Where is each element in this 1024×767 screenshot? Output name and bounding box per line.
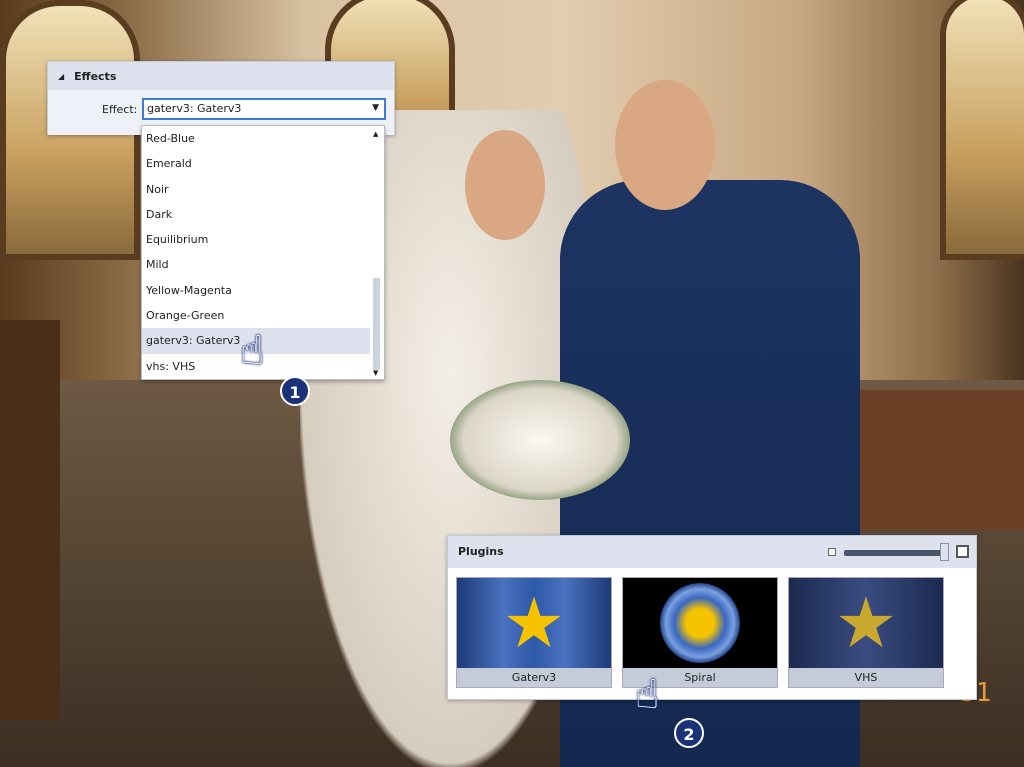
plugins-title: Plugins <box>458 545 504 558</box>
spiral-icon <box>623 578 777 668</box>
pointing-hand-icon: ☝ <box>240 328 265 374</box>
dropdown-option[interactable]: Yellow-Magenta <box>142 278 384 303</box>
plugin-tile-vhs[interactable]: ★ VHS <box>788 577 944 688</box>
pew <box>855 390 1024 530</box>
dropdown-option[interactable]: Emerald <box>142 151 384 176</box>
large-size-icon[interactable] <box>956 545 969 558</box>
plugin-name: VHS <box>854 671 878 684</box>
scroll-up-icon[interactable]: ▲ <box>373 130 378 138</box>
effect-select[interactable]: gaterv3: Gaterv3 ▼ <box>142 98 386 120</box>
plugin-tile-gaterv3[interactable]: ★ Gaterv3 <box>456 577 612 688</box>
effects-header[interactable]: ◢ Effects <box>48 62 394 90</box>
pointing-hand-icon: ☝ <box>635 672 660 718</box>
dropdown-option[interactable]: Red-Blue <box>142 126 384 151</box>
thumbnail-size-slider[interactable] <box>844 550 944 556</box>
dropdown-option[interactable]: Dark <box>142 202 384 227</box>
dropdown-option[interactable]: Mild <box>142 252 384 277</box>
scroll-down-icon[interactable]: ▼ <box>373 369 378 377</box>
star-icon: ★ <box>457 578 611 668</box>
slider-handle[interactable] <box>940 543 949 561</box>
dropdown-option[interactable]: Equilibrium <box>142 227 384 252</box>
effect-select-value: gaterv3: Gaterv3 <box>147 102 242 115</box>
step-badge: 1 <box>280 376 310 406</box>
scrollbar[interactable]: ▲ ▼ <box>372 128 382 377</box>
dropdown-option[interactable]: Orange-Green <box>142 303 384 328</box>
plugin-name: Gaterv3 <box>511 671 557 684</box>
plugins-panel: Plugins ★ Gaterv3 Spiral ★ VHS <box>447 535 977 700</box>
dropdown-option[interactable]: Noir <box>142 177 384 202</box>
collapse-triangle-icon[interactable]: ◢ <box>58 72 64 81</box>
chevron-down-icon[interactable]: ▼ <box>372 103 379 113</box>
bride-face <box>465 130 545 240</box>
star-icon: ★ <box>789 578 943 668</box>
step-badge: 2 <box>674 718 704 748</box>
groom-face <box>615 80 715 210</box>
effects-title: Effects <box>74 69 117 83</box>
bouquet <box>450 380 630 500</box>
stained-glass-window <box>940 0 1024 260</box>
scrollbar-thumb[interactable] <box>373 278 380 370</box>
effects-panel: ◢ Effects Effect: gaterv3: Gaterv3 ▼ <box>47 61 395 135</box>
pew <box>0 320 60 720</box>
small-size-icon[interactable] <box>828 548 836 556</box>
effect-label: Effect: <box>102 103 138 116</box>
